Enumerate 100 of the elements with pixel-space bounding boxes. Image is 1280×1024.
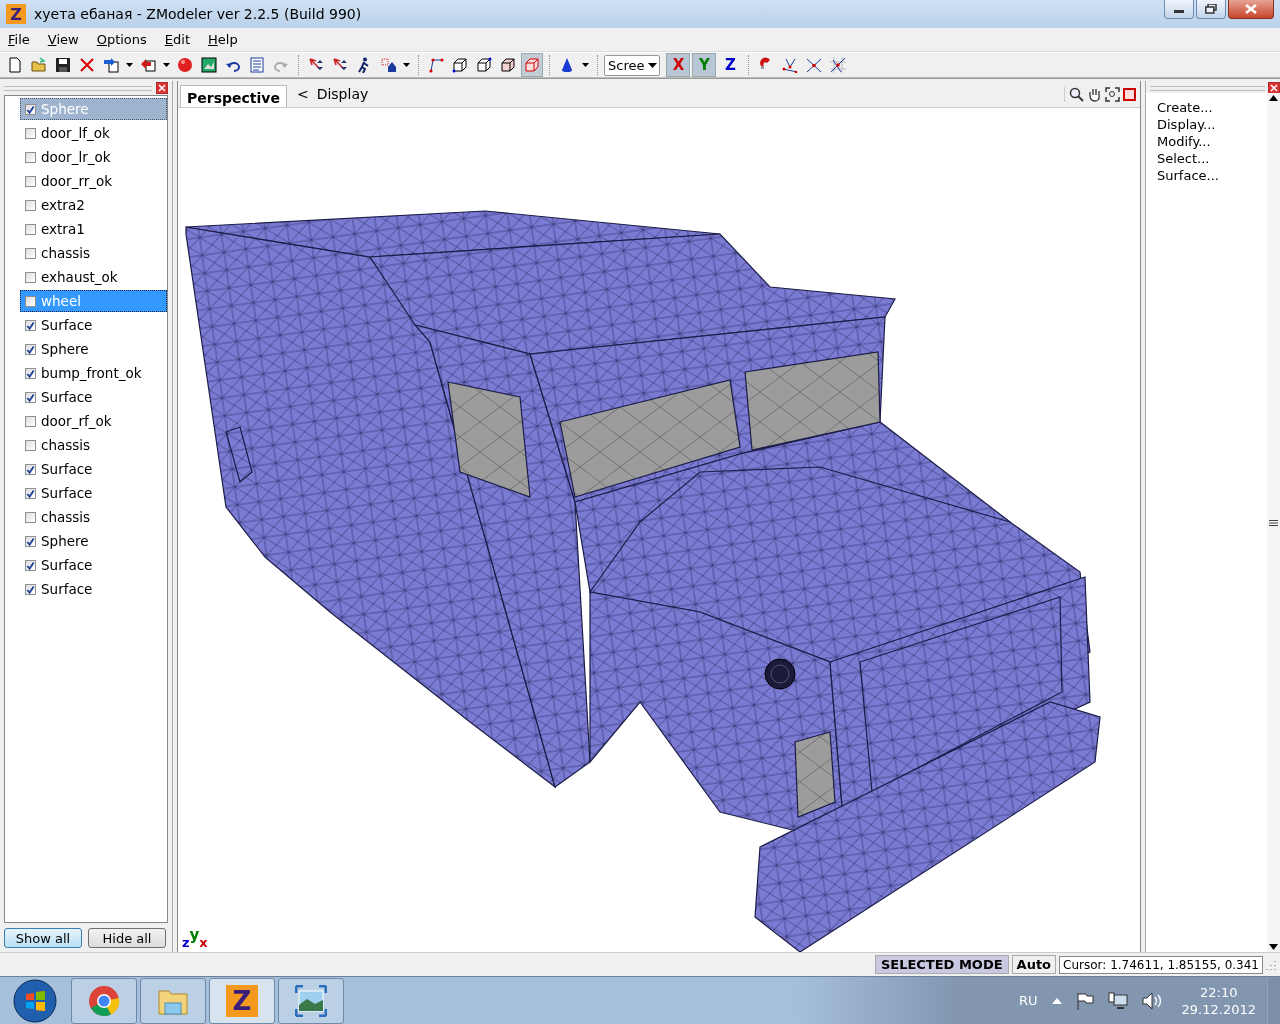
visibility-checkbox[interactable] bbox=[25, 175, 36, 187]
hand-icon[interactable] bbox=[1087, 86, 1102, 102]
menu-item[interactable]: Options bbox=[90, 30, 153, 49]
visibility-checkbox[interactable] bbox=[25, 415, 36, 427]
object-list-item[interactable]: door_lr_ok bbox=[20, 146, 167, 168]
object-list-item[interactable]: door_rf_ok bbox=[20, 410, 167, 432]
object-list-item[interactable]: extra1 bbox=[20, 218, 167, 240]
visibility-checkbox[interactable] bbox=[25, 583, 36, 595]
visibility-checkbox[interactable] bbox=[25, 559, 36, 571]
picture-icon[interactable] bbox=[201, 57, 217, 73]
document-icon[interactable] bbox=[249, 57, 265, 73]
visibility-checkbox[interactable] bbox=[25, 343, 36, 355]
visibility-checkbox[interactable] bbox=[25, 247, 36, 259]
maximize-viewport-icon[interactable] bbox=[1123, 87, 1136, 101]
object-list-item[interactable]: Surface bbox=[20, 554, 167, 576]
close-button[interactable] bbox=[1228, 0, 1274, 19]
object-list-item[interactable]: exhaust_ok bbox=[20, 266, 167, 288]
caret-icon[interactable] bbox=[582, 63, 589, 67]
select-group-icon[interactable] bbox=[380, 57, 396, 73]
snap-grid-icon[interactable] bbox=[830, 57, 847, 73]
visibility-checkbox[interactable] bbox=[25, 463, 36, 475]
object-list-item[interactable]: chassis bbox=[20, 506, 167, 528]
object-list-item[interactable]: Sphere bbox=[20, 338, 167, 360]
object-list-item[interactable]: door_lf_ok bbox=[20, 122, 167, 144]
object-list-item[interactable]: Sphere bbox=[20, 530, 167, 552]
view-tab[interactable]: Perspective bbox=[180, 85, 287, 107]
start-button-icon[interactable] bbox=[12, 977, 58, 1024]
window-title: хуета ебаная - ZModeler ver 2.2.5 (Build 990) bbox=[34, 6, 363, 22]
select-arrow-icon[interactable] bbox=[308, 57, 324, 73]
visibility-checkbox[interactable] bbox=[25, 535, 36, 547]
snap-line-icon[interactable] bbox=[782, 57, 799, 73]
scroll-grip-icon[interactable] bbox=[1269, 519, 1278, 526]
vertex-path-icon[interactable] bbox=[428, 57, 444, 73]
visibility-checkbox[interactable] bbox=[25, 391, 36, 403]
speaker-icon[interactable] bbox=[1141, 991, 1162, 1010]
object-list-item[interactable]: Surface bbox=[20, 578, 167, 600]
list-button[interactable]: Show all bbox=[4, 928, 82, 948]
cube-icon[interactable] bbox=[500, 57, 516, 73]
visibility-checkbox[interactable] bbox=[25, 511, 36, 523]
close-panel-icon[interactable] bbox=[156, 82, 168, 94]
visibility-checkbox[interactable] bbox=[25, 439, 36, 451]
visibility-checkbox[interactable] bbox=[25, 151, 36, 163]
select-arrow-icon[interactable] bbox=[332, 57, 348, 73]
cross-icon[interactable] bbox=[79, 57, 95, 73]
export-icon[interactable] bbox=[103, 57, 119, 73]
object-list-item[interactable]: Surface bbox=[20, 482, 167, 504]
menu-item[interactable]: File bbox=[2, 30, 36, 49]
close-icon bbox=[1245, 4, 1257, 14]
cone-icon[interactable] bbox=[559, 57, 575, 73]
visibility-checkbox[interactable] bbox=[25, 271, 36, 283]
list-button[interactable]: Hide all bbox=[88, 928, 166, 948]
taskbar-button[interactable] bbox=[278, 977, 344, 1024]
menu-item[interactable]: View bbox=[41, 30, 85, 49]
undo-file-icon[interactable] bbox=[140, 57, 156, 73]
object-list-item[interactable]: chassis bbox=[20, 434, 167, 456]
close-panel-icon[interactable] bbox=[1268, 82, 1280, 94]
coordinate-dropdown[interactable]: Scree bbox=[604, 54, 661, 76]
network-icon[interactable] bbox=[1107, 991, 1128, 1010]
visibility-checkbox[interactable] bbox=[25, 295, 36, 307]
visibility-checkbox[interactable] bbox=[25, 367, 36, 379]
new-file-icon[interactable] bbox=[7, 57, 23, 73]
cube-icon[interactable] bbox=[476, 57, 492, 73]
maximize-button[interactable] bbox=[1196, 0, 1226, 19]
cube-icon[interactable] bbox=[452, 57, 468, 73]
object-list-item[interactable]: door_rr_ok bbox=[20, 170, 167, 192]
visibility-checkbox[interactable] bbox=[25, 127, 36, 139]
object-list-item[interactable]: bump_front_ok bbox=[20, 362, 167, 384]
object-list-item[interactable]: extra2 bbox=[20, 194, 167, 216]
taskbar-button[interactable] bbox=[71, 977, 137, 1024]
command-item[interactable]: Display... bbox=[1157, 116, 1267, 133]
command-item[interactable]: Surface... bbox=[1157, 167, 1267, 184]
command-item[interactable]: Modify... bbox=[1157, 133, 1267, 150]
visibility-checkbox[interactable] bbox=[25, 319, 36, 331]
object-list-item[interactable]: Surface bbox=[20, 458, 167, 480]
command-item[interactable]: Select... bbox=[1157, 150, 1267, 167]
caret-icon[interactable] bbox=[403, 63, 410, 67]
minimize-button[interactable] bbox=[1164, 0, 1194, 19]
object-list-item[interactable]: Surface bbox=[20, 386, 167, 408]
ball-icon[interactable] bbox=[177, 57, 193, 73]
caret-icon[interactable] bbox=[126, 63, 133, 67]
show-hidden-icons-icon[interactable] bbox=[1051, 997, 1062, 1004]
menu-item[interactable]: Help bbox=[202, 30, 244, 49]
flag-icon[interactable] bbox=[1075, 991, 1094, 1010]
back-arrow[interactable]: < bbox=[296, 86, 309, 102]
object-list-item[interactable]: Surface bbox=[20, 314, 167, 336]
visibility-checkbox[interactable] bbox=[25, 223, 36, 235]
zoom-icon[interactable] bbox=[1069, 86, 1084, 102]
axis-toggle[interactable]: Z bbox=[718, 53, 743, 77]
visibility-checkbox[interactable] bbox=[25, 487, 36, 499]
visibility-checkbox[interactable] bbox=[25, 199, 36, 211]
snap-cross-icon[interactable] bbox=[806, 57, 823, 73]
visibility-checkbox[interactable] bbox=[25, 103, 36, 115]
open-folder-icon[interactable] bbox=[31, 57, 47, 73]
caret-icon[interactable] bbox=[163, 63, 170, 67]
object-list-item[interactable]: chassis bbox=[20, 242, 167, 264]
zoom-extents-icon[interactable] bbox=[1105, 86, 1120, 102]
menu-item[interactable]: Edit bbox=[158, 30, 196, 49]
taskbar-button[interactable]: Z bbox=[209, 977, 275, 1024]
scroll-down-icon[interactable] bbox=[1269, 944, 1278, 950]
command-item[interactable]: Create... bbox=[1157, 99, 1267, 116]
